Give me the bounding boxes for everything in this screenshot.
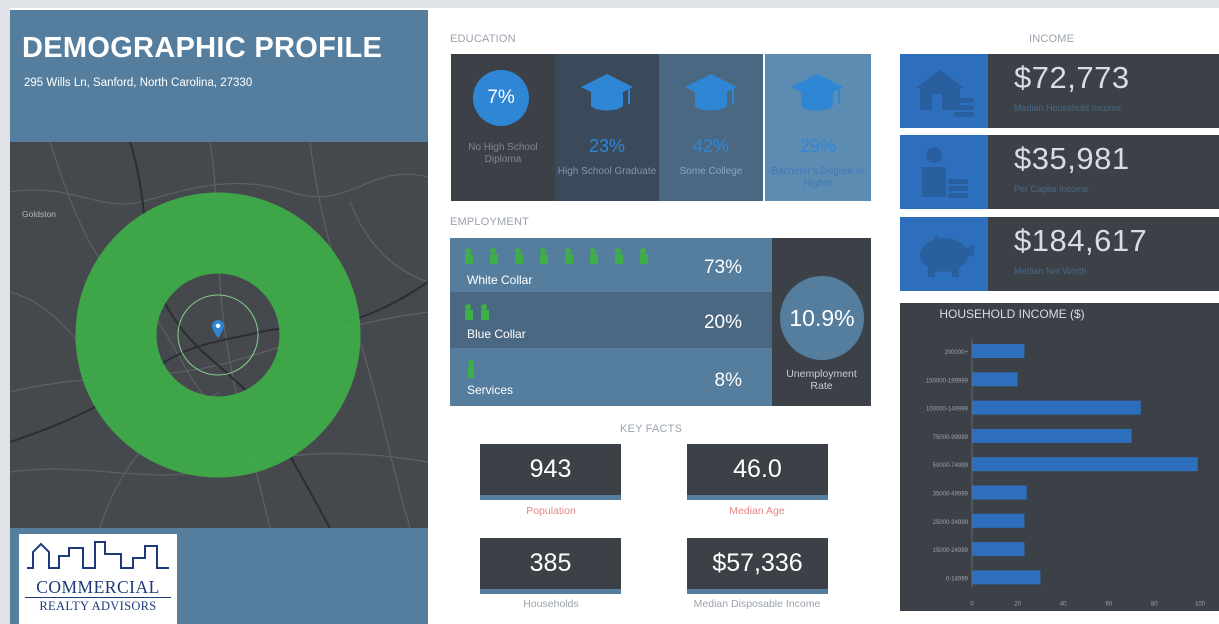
unemployment-rate: 10.9% <box>780 276 864 360</box>
bar[interactable] <box>972 428 1132 443</box>
x-tick-label: 20 <box>1014 602 1021 608</box>
white-collar-worker-icons <box>465 248 648 264</box>
education-pct-circle: 7% <box>473 70 529 126</box>
income-median-household: $72,773 Median Household Income <box>988 54 1219 128</box>
bar[interactable] <box>972 457 1198 472</box>
graduation-cap-icon <box>791 74 843 111</box>
logo-divider <box>25 597 171 598</box>
income-net-worth: $184,617 Median Net Worth <box>988 217 1219 291</box>
location-pin-icon[interactable] <box>212 320 224 338</box>
fact-households-value: 385 <box>480 538 621 594</box>
bar[interactable] <box>972 570 1041 585</box>
household-income-chart: HOUSEHOLD INCOME ($) 200000+ 150000-19999… <box>900 303 1219 611</box>
x-tick-label: 80 <box>1151 602 1158 608</box>
bar[interactable] <box>972 344 1025 358</box>
y-tick-label: 35000-49999 <box>933 492 969 498</box>
employment-row-blue-collar: Blue Collar 20% <box>450 292 772 348</box>
bar[interactable] <box>972 513 1025 528</box>
y-tick-label: 50000-74999 <box>933 463 969 469</box>
bar[interactable] <box>972 542 1025 557</box>
income-icon-box <box>900 54 988 128</box>
bar[interactable] <box>972 485 1027 500</box>
income-icon-box <box>900 135 988 209</box>
unemployment-panel: 10.9% Unemployment Rate <box>772 238 871 406</box>
education-label: Bachelor's Degree or Higher <box>771 166 865 189</box>
employment-pct: 20% <box>703 312 742 333</box>
property-address: 295 Wills Ln, Sanford, North Carolina, 2… <box>24 77 253 89</box>
education-card-bachelors: 29% Bachelor's Degree or Higher <box>765 54 871 201</box>
footer-panel: COMMERCIAL REALTY ADVISORS <box>10 528 428 624</box>
education-label: High School Graduate <box>557 166 657 177</box>
employment-label: White Collar <box>467 273 533 287</box>
bar[interactable] <box>972 400 1141 415</box>
map-place-label: Goldston <box>22 209 57 219</box>
house-money-icon <box>916 70 974 117</box>
employment-label: Services <box>467 383 514 397</box>
y-tick-label: 15000-24999 <box>933 548 969 554</box>
employment-pct: 8% <box>714 370 742 391</box>
y-tick-label: 150000-199999 <box>926 378 969 384</box>
education-section-label: EDUCATION <box>450 33 516 45</box>
y-tick-label: 25000-34999 <box>933 520 969 526</box>
key-facts-section-label: KEY FACTS <box>620 423 683 435</box>
person-coins-icon <box>922 147 968 198</box>
logo-text-line1: COMMERCIAL <box>36 577 160 597</box>
fact-population-value: 943 <box>480 444 621 500</box>
page-title: DEMOGRAPHIC PROFILE <box>22 32 383 64</box>
fact-median-age-value: 46.0 <box>687 444 828 500</box>
income-label: Median Net Worth <box>1014 266 1087 276</box>
unemployment-label-line1: Unemployment <box>786 368 857 380</box>
piggy-bank-icon <box>920 235 974 277</box>
radius-map[interactable]: Goldston <box>10 142 428 528</box>
blue-collar-worker-icons <box>465 304 489 320</box>
income-icon-box <box>900 217 988 291</box>
income-label: Per Capita Income <box>1014 184 1089 194</box>
income-value: $72,773 <box>1014 60 1130 95</box>
fact-population-label: Population <box>526 505 576 517</box>
education-card-some-college: 42% Some College <box>659 54 763 201</box>
graduation-cap-icon <box>685 74 737 111</box>
skyline-logo-icon <box>27 541 169 569</box>
employment-row-white-collar: White Collar 73% <box>450 238 772 292</box>
y-tick-label: 0-14999 <box>946 576 969 582</box>
y-tick-label: 100000-149999 <box>926 407 969 413</box>
chart-plot: 200000+ 150000-199999 100000-149999 75000-9… <box>926 339 1206 608</box>
income-label: Median Household Income <box>1014 103 1122 113</box>
x-tick-label: 100 <box>1195 602 1206 608</box>
income-value: $35,981 <box>1014 141 1130 176</box>
logo-text-line2: REALTY ADVISORS <box>39 599 157 613</box>
income-value: $184,617 <box>1014 223 1148 258</box>
fact-households-label: Households <box>523 598 579 610</box>
fact-disposable-income-label: Median Disposable Income <box>693 598 821 610</box>
graduation-cap-icon <box>581 74 633 111</box>
education-card-high-school: 23% High School Graduate <box>555 54 659 201</box>
employment-row-services: Services 8% <box>450 348 772 406</box>
x-tick-label: 40 <box>1060 602 1067 608</box>
profile-header: DEMOGRAPHIC PROFILE 295 Wills Ln, Sanfor… <box>10 10 428 142</box>
education-card-no-diploma: 7% No High School Diploma <box>451 54 555 201</box>
income-section-label: INCOME <box>1029 33 1075 45</box>
income-per-capita: $35,981 Per Capita Income <box>988 135 1219 209</box>
education-pct: 42% <box>692 136 730 156</box>
education-label: No High School Diploma <box>468 142 538 165</box>
x-tick-label: 60 <box>1105 602 1112 608</box>
x-tick-label: 0 <box>970 602 974 608</box>
employment-label: Blue Collar <box>467 327 526 341</box>
bar[interactable] <box>972 372 1018 387</box>
unemployment-label: Unemployment Rate <box>772 368 871 392</box>
fact-median-age-label: Median Age <box>729 505 785 517</box>
education-pct: 23% <box>588 136 626 156</box>
fact-disposable-income-value: $57,336 <box>687 538 828 594</box>
y-tick-label: 75000-99999 <box>933 435 969 441</box>
services-worker-icon <box>468 360 475 378</box>
employment-pct: 73% <box>703 257 742 278</box>
company-logo[interactable]: COMMERCIAL REALTY ADVISORS <box>19 534 177 624</box>
education-pct: 29% <box>799 136 837 156</box>
y-tick-label: 200000+ <box>944 350 968 356</box>
employment-section-label: EMPLOYMENT <box>450 216 530 228</box>
unemployment-label-line2: Rate <box>810 380 833 392</box>
education-label: Some College <box>679 166 743 177</box>
